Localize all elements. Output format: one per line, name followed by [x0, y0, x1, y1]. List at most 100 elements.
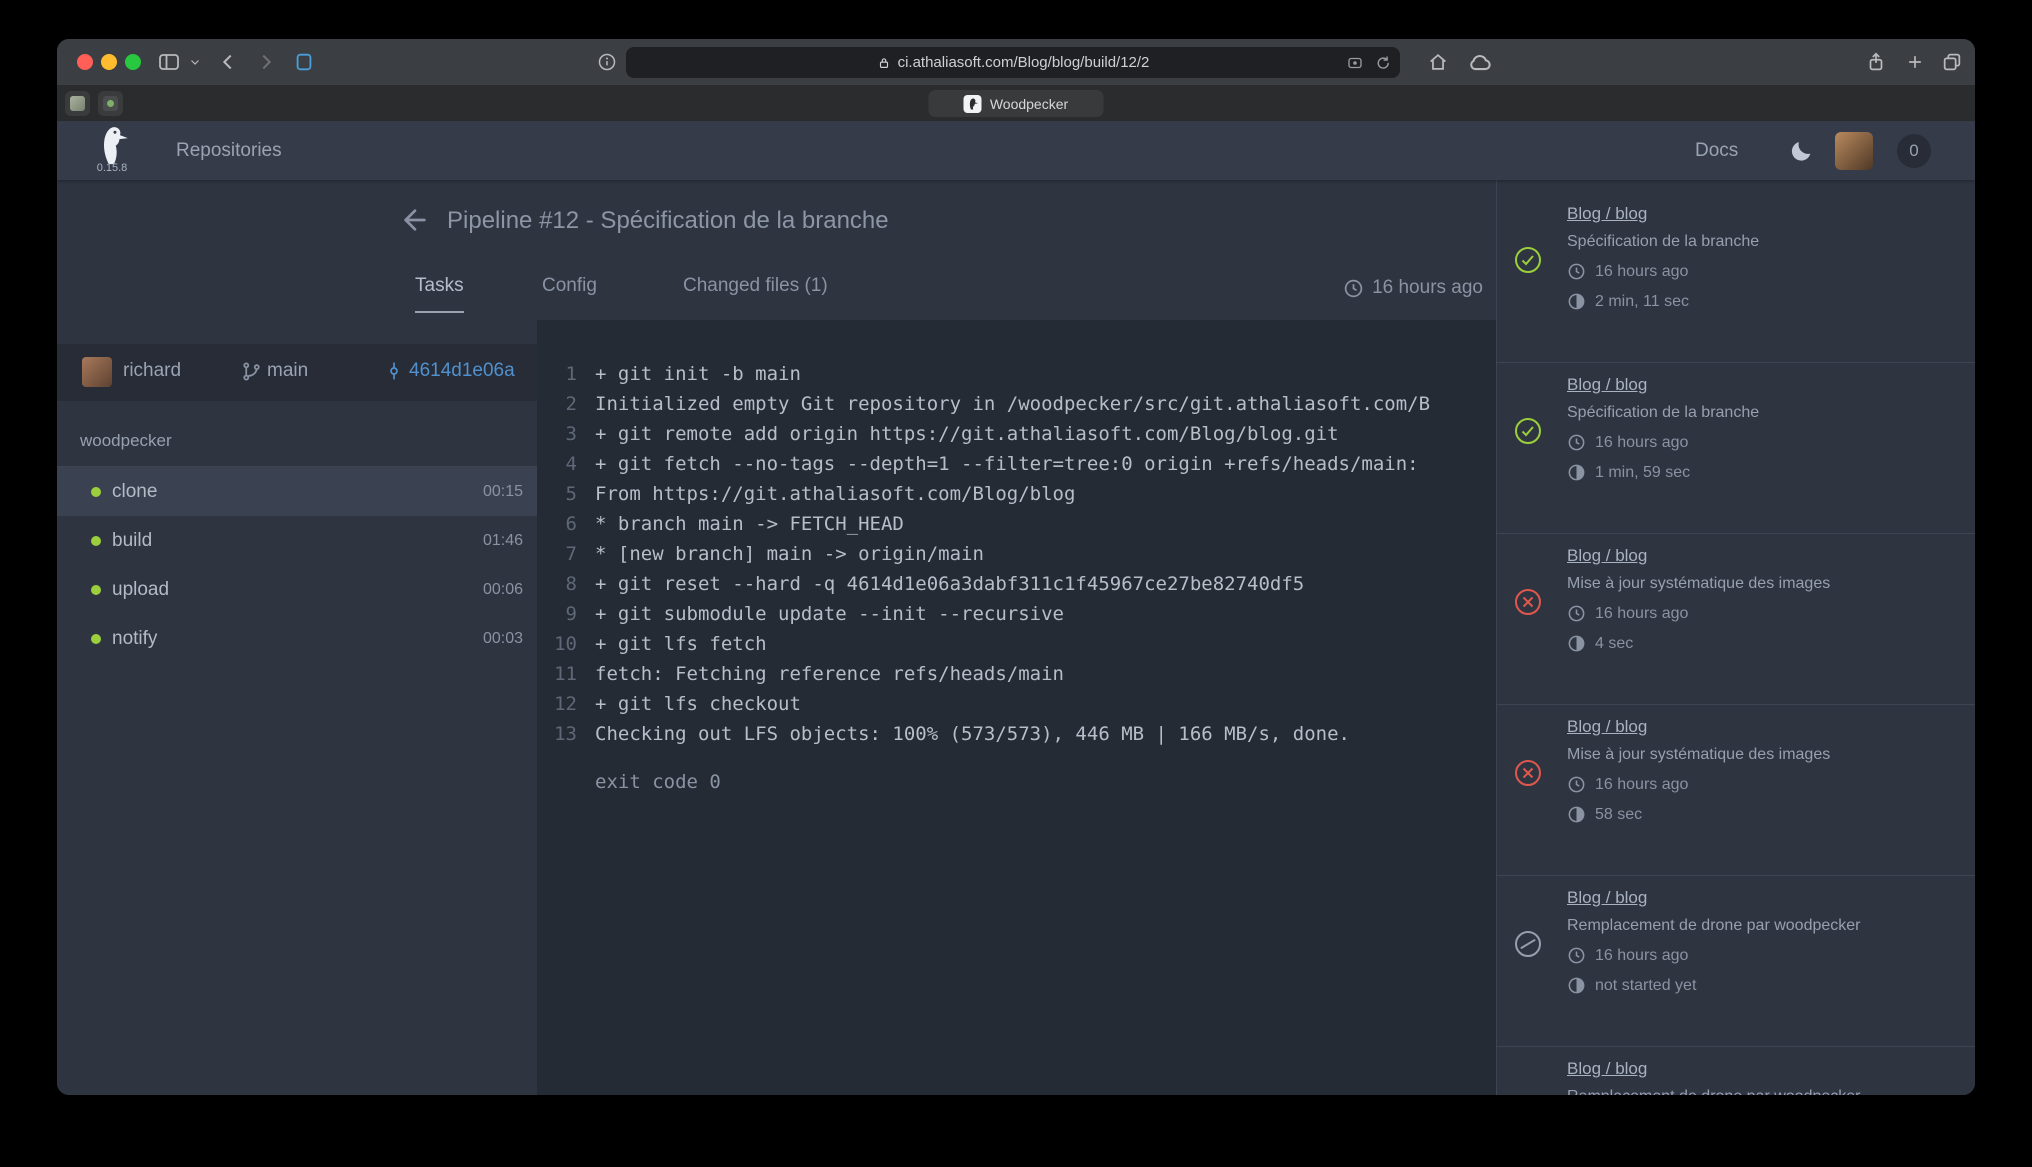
- zoom-window-button[interactable]: [125, 54, 141, 70]
- share-icon[interactable]: [1865, 51, 1887, 73]
- forward-button[interactable]: [255, 51, 277, 73]
- cloud-icon[interactable]: [1467, 49, 1493, 75]
- feed-repo-link[interactable]: Blog / blog: [1567, 717, 1647, 737]
- log-output: 1+ git init -b main 2Initialized empty G…: [537, 320, 1496, 1095]
- feed-time: 16 hours ago: [1567, 433, 1959, 452]
- steps-panel: richard main 4614d1e06a woodpecker: [57, 320, 537, 1095]
- clock-icon: [1567, 604, 1586, 623]
- tab-tasks[interactable]: Tasks: [415, 274, 464, 313]
- feed-entry[interactable]: Blog / blog Remplacement de drone par wo…: [1497, 1047, 1975, 1095]
- page-content: Pipeline #12 - Spécification de la branc…: [57, 180, 1975, 1095]
- feed-repo-link[interactable]: Blog / blog: [1567, 888, 1647, 908]
- commit-info-row: richard main 4614d1e06a: [57, 344, 537, 401]
- reload-icon[interactable]: [1374, 54, 1391, 71]
- tab-changed-files[interactable]: Changed files (1): [683, 274, 828, 311]
- feed-time: 16 hours ago: [1567, 946, 1959, 965]
- feed-entry[interactable]: Blog / blog Spécification de la branche …: [1497, 192, 1975, 363]
- privacy-report-icon[interactable]: [1346, 54, 1364, 72]
- feed-repo-link[interactable]: Blog / blog: [1567, 1059, 1647, 1079]
- address-bar[interactable]: ci.athaliasoft.com/Blog/blog/build/12/2: [626, 47, 1400, 78]
- page-settings-icon[interactable]: [597, 52, 617, 72]
- log-line: 9+ git submodule update --init --recursi…: [537, 599, 1496, 629]
- minimize-window-button[interactable]: [101, 54, 117, 70]
- feed-duration: 4 sec: [1567, 634, 1959, 653]
- status-success-icon: [1514, 246, 1542, 274]
- feed-repo-link[interactable]: Blog / blog: [1567, 375, 1647, 395]
- workflow-name: woodpecker: [80, 431, 172, 451]
- feed-time: 16 hours ago: [1567, 262, 1959, 281]
- log-line: 5From https://git.athaliasoft.com/Blog/b…: [537, 479, 1496, 509]
- nav-repositories-link[interactable]: Repositories: [176, 140, 282, 162]
- duration-icon: [1567, 634, 1586, 653]
- pipeline-feed: Blog / blog Spécification de la branche …: [1496, 180, 1975, 1095]
- feed-time: 16 hours ago: [1567, 604, 1959, 623]
- home-icon[interactable]: [1427, 51, 1449, 73]
- exit-code: exit code 0: [595, 767, 1496, 797]
- browser-toolbar: ci.athaliasoft.com/Blog/blog/build/12/2: [57, 39, 1975, 86]
- tab-overview-icon[interactable]: [1941, 51, 1963, 73]
- pinned-tab-2[interactable]: [98, 91, 123, 116]
- log-line: 7* [new branch] main -> origin/main: [537, 539, 1496, 569]
- commit-author: richard: [123, 360, 181, 382]
- log-line: 12+ git lfs checkout: [537, 689, 1496, 719]
- step-status-dot: [91, 487, 101, 497]
- clock-icon: [1567, 946, 1586, 965]
- step-upload[interactable]: upload 00:06: [57, 565, 537, 614]
- pinned-tab-1[interactable]: [65, 91, 90, 116]
- new-tab-icon[interactable]: [1905, 52, 1925, 72]
- back-button[interactable]: [217, 51, 239, 73]
- log-line: 13Checking out LFS objects: 100% (573/57…: [537, 719, 1496, 749]
- step-build[interactable]: build 01:46: [57, 516, 537, 565]
- browser-window: ci.athaliasoft.com/Blog/blog/build/12/2: [57, 39, 1975, 1095]
- step-status-dot: [91, 634, 101, 644]
- clock-icon: [1567, 433, 1586, 452]
- feed-repo-link[interactable]: Blog / blog: [1567, 204, 1647, 224]
- sidebar-toggle-icon[interactable]: [157, 50, 181, 74]
- feed-duration: 1 min, 59 sec: [1567, 463, 1959, 482]
- feed-message: Spécification de la branche: [1567, 233, 1959, 251]
- nav-docs-link[interactable]: Docs: [1695, 140, 1738, 162]
- feed-message: Remplacement de drone par woodpecker: [1567, 917, 1959, 935]
- log-line: 10+ git lfs fetch: [537, 629, 1496, 659]
- feed-duration: 58 sec: [1567, 805, 1959, 824]
- close-window-button[interactable]: [77, 54, 93, 70]
- log-line: 4+ git fetch --no-tags --depth=1 --filte…: [537, 449, 1496, 479]
- pipeline-time-ago: 16 hours ago: [1343, 277, 1483, 299]
- back-arrow-icon[interactable]: [399, 204, 431, 236]
- commit-icon: [384, 361, 404, 381]
- step-clone[interactable]: clone 00:15: [57, 467, 537, 516]
- commit-hash-link[interactable]: 4614d1e06a: [409, 360, 515, 382]
- duration-icon: [1567, 292, 1586, 311]
- step-notify[interactable]: notify 00:03: [57, 614, 537, 663]
- woodpecker-logo[interactable]: 0.15.8: [95, 124, 129, 174]
- status-failure-icon: [1514, 588, 1542, 616]
- url-text: ci.athaliasoft.com/Blog/blog/build/12/2: [898, 54, 1150, 71]
- feed-repo-link[interactable]: Blog / blog: [1567, 546, 1647, 566]
- feed-entry[interactable]: Blog / blog Mise à jour systématique des…: [1497, 705, 1975, 876]
- app-version: 0.15.8: [97, 162, 128, 174]
- workflow-header: woodpecker: [57, 401, 537, 467]
- clock-icon: [1567, 775, 1586, 794]
- log-line: 1+ git init -b main: [537, 359, 1496, 389]
- notification-count-badge[interactable]: 0: [1897, 134, 1931, 168]
- log-line: 2Initialized empty Git repository in /wo…: [537, 389, 1496, 419]
- step-status-dot: [91, 536, 101, 546]
- dark-mode-toggle-icon[interactable]: [1789, 138, 1814, 163]
- chevron-down-icon[interactable]: [189, 56, 201, 68]
- webview: 0.15.8 Repositories Docs 0 Pipeline #12 …: [57, 121, 1975, 1095]
- branch-icon: [241, 361, 262, 382]
- active-browser-tab[interactable]: Woodpecker: [929, 90, 1104, 117]
- user-avatar[interactable]: [1835, 132, 1873, 170]
- tab-config[interactable]: Config: [542, 274, 597, 311]
- feed-message: Spécification de la branche: [1567, 404, 1959, 422]
- feed-entry[interactable]: Blog / blog Spécification de la branche …: [1497, 363, 1975, 534]
- app-navbar: 0.15.8 Repositories Docs 0: [57, 121, 1975, 180]
- feed-duration: 2 min, 11 sec: [1567, 292, 1959, 311]
- woodpecker-favicon: [964, 95, 982, 113]
- app-shortcut-icon[interactable]: [293, 51, 315, 73]
- browser-tab-strip: Woodpecker: [57, 86, 1975, 121]
- clock-icon: [1343, 278, 1364, 299]
- feed-entry[interactable]: Blog / blog Mise à jour systématique des…: [1497, 534, 1975, 705]
- feed-entry[interactable]: Blog / blog Remplacement de drone par wo…: [1497, 876, 1975, 1047]
- log-line: 3+ git remote add origin https://git.ath…: [537, 419, 1496, 449]
